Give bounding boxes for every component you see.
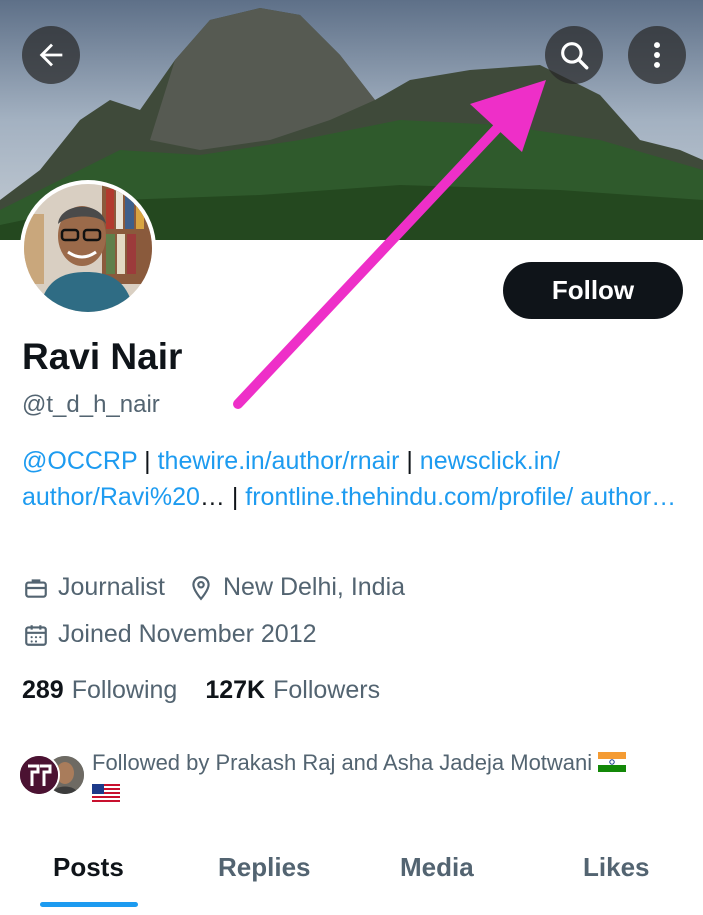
- back-button[interactable]: [22, 26, 80, 84]
- profile-joined-row: Joined November 2012: [22, 620, 317, 649]
- tab-media[interactable]: Media: [400, 852, 474, 883]
- follow-stats: 289 Following 127K Followers: [22, 676, 380, 705]
- profile-bio: @OCCRP | thewire.in/author/rnair | newsc…: [22, 443, 682, 515]
- more-vertical-icon: [654, 42, 660, 68]
- tab-likes[interactable]: Likes: [583, 852, 650, 883]
- following-label: Following: [71, 676, 178, 704]
- briefcase-icon: [22, 574, 50, 602]
- avatar-photo: [24, 184, 152, 312]
- profile-name: Ravi Nair: [22, 336, 183, 377]
- location-pin-icon: [187, 574, 215, 602]
- bio-separator: |: [137, 447, 158, 475]
- profile-tabs: Posts Replies Media Likes: [0, 840, 703, 915]
- bio-link-occrp[interactable]: @OCCRP: [22, 447, 137, 475]
- following-link[interactable]: 289 Following: [22, 676, 177, 705]
- bio-separator: |: [399, 447, 420, 475]
- profile-location: New Delhi, India: [223, 573, 406, 601]
- active-tab-indicator: [40, 902, 138, 907]
- bio-separator: … |: [199, 483, 246, 511]
- calendar-icon: [22, 621, 50, 649]
- profile-handle: @t_d_h_nair: [22, 391, 160, 418]
- profile-meta-row: Journalist New Delhi, India: [22, 573, 405, 602]
- followed-by-label: Followed by Prakash Raj and Asha Jadeja …: [92, 750, 593, 775]
- arrow-left-icon: [39, 43, 63, 67]
- usa-flag-icon: [92, 781, 120, 812]
- followers-count: 127K: [205, 676, 266, 704]
- profile-profession: Journalist: [58, 573, 165, 601]
- followed-by-text[interactable]: Followed by Prakash Raj and Asha Jadeja …: [92, 747, 682, 812]
- profile-joined-date: Joined November 2012: [58, 620, 317, 648]
- india-flag-icon: [598, 749, 627, 780]
- bio-link-thewire[interactable]: thewire.in/author/rnair: [158, 447, 400, 475]
- bio-link-frontline[interactable]: frontline.thehindu.com/profile/ author…: [245, 483, 676, 511]
- search-button[interactable]: [545, 26, 603, 84]
- tab-posts[interactable]: Posts: [53, 852, 124, 883]
- following-count: 289: [22, 676, 64, 704]
- more-options-button[interactable]: [628, 26, 686, 84]
- follower-avatar-1: [18, 754, 60, 796]
- avatar[interactable]: [20, 180, 156, 316]
- followers-label: Followers: [273, 676, 381, 704]
- search-icon: [561, 42, 589, 70]
- follow-button[interactable]: Follow: [503, 262, 683, 319]
- tab-replies[interactable]: Replies: [218, 852, 311, 883]
- followers-link[interactable]: 127K Followers: [205, 676, 380, 705]
